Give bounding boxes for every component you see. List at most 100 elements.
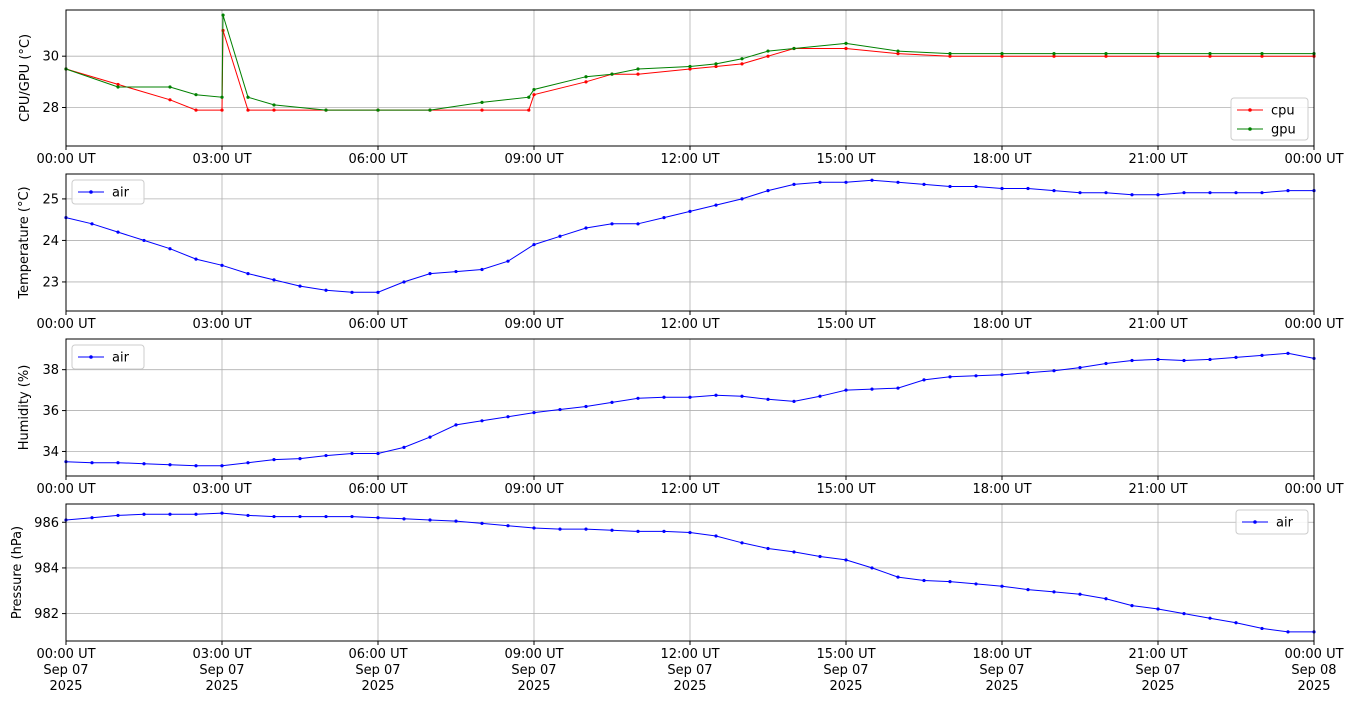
data-point-air (1156, 607, 1160, 611)
data-point-air (454, 423, 458, 427)
data-point-gpu (1000, 52, 1004, 56)
data-point-gpu (272, 103, 276, 107)
data-point-air (1260, 191, 1264, 195)
data-point-air (220, 263, 224, 267)
data-point-gpu (1260, 52, 1264, 56)
data-point-air (1078, 191, 1082, 195)
legend-label-gpu: gpu (1271, 123, 1296, 138)
data-point-air (90, 461, 94, 465)
x-tick-label: 15:00 UT Sep 07 2025 (816, 647, 875, 694)
data-point-air (610, 528, 614, 532)
data-point-gpu (221, 13, 225, 17)
data-point-air (1156, 357, 1160, 362)
data-point-air (1234, 621, 1238, 625)
y-tick-label: 36 (42, 404, 59, 419)
data-point-air (220, 464, 224, 468)
x-tick-label: 09:00 UT Sep 07 2025 (504, 647, 563, 694)
data-point-cpu (636, 72, 640, 76)
data-point-air (402, 517, 406, 521)
data-point-gpu (376, 108, 380, 112)
data-point-air (1078, 592, 1082, 596)
data-point-air (246, 461, 250, 465)
x-tick-label: 15:00 UT (816, 317, 875, 332)
x-tick-label: 15:00 UT (816, 152, 875, 167)
data-point-gpu (1208, 52, 1212, 56)
data-point-air (922, 182, 926, 186)
data-point-air (1026, 371, 1030, 375)
x-tick-label: 15:00 UT (816, 482, 875, 497)
data-point-air (1104, 597, 1108, 601)
data-point-cpu (844, 46, 848, 51)
x-tick-label: 09:00 UT (504, 152, 563, 167)
x-tick-label: 21:00 UT (1128, 482, 1187, 497)
data-point-air (818, 394, 822, 398)
data-point-cpu (272, 108, 276, 112)
data-point-air (194, 512, 198, 516)
data-point-air (766, 189, 770, 193)
data-point-air (1182, 612, 1186, 616)
legend-marker-gpu (1248, 127, 1252, 131)
data-point-gpu (766, 49, 770, 53)
data-point-air (272, 278, 276, 282)
data-point-air (948, 184, 952, 189)
data-point-cpu (168, 98, 172, 102)
data-point-air (246, 272, 250, 276)
data-point-air (220, 511, 224, 515)
data-point-air (974, 582, 978, 586)
x-tick-label: 12:00 UT (660, 152, 719, 167)
chart-panel-4: 982 984 986 00:00 UT Sep 07 2025 03:00 UT Sep 0… (10, 503, 1344, 694)
x-tick-label: 18:00 UT Sep 07 2025 (972, 647, 1031, 694)
data-point-air (974, 184, 978, 189)
data-point-air (688, 395, 692, 399)
x-tick-label: 12:00 UT Sep 07 2025 (660, 647, 719, 694)
data-point-air (766, 397, 770, 401)
data-point-air (948, 375, 952, 379)
data-point-air (740, 394, 744, 398)
data-point-gpu (428, 108, 432, 112)
data-point-air (636, 529, 640, 534)
data-point-air (714, 393, 718, 397)
data-point-air (558, 407, 562, 412)
data-point-air (1130, 604, 1134, 608)
data-point-air (792, 399, 796, 403)
data-point-air (740, 541, 744, 545)
x-tick-label: 06:00 UT (348, 317, 407, 332)
x-tick-label: 21:00 UT (1128, 152, 1187, 167)
data-point-gpu (740, 57, 744, 61)
data-point-gpu (1156, 52, 1160, 56)
data-point-air (1286, 351, 1290, 355)
data-point-gpu (116, 85, 120, 89)
data-point-air (766, 546, 770, 551)
data-point-cpu (194, 108, 198, 112)
data-point-gpu (194, 93, 198, 97)
data-point-air (142, 238, 146, 243)
data-point-air (818, 180, 822, 184)
data-point-cpu (740, 62, 744, 66)
data-point-cpu (527, 108, 531, 112)
data-point-air (298, 284, 302, 288)
data-point-gpu (527, 95, 531, 99)
data-point-air (1104, 191, 1108, 195)
legend-marker-air (1253, 520, 1257, 524)
x-tick-label: 00:00 UT (36, 482, 95, 497)
data-point-gpu (220, 95, 224, 99)
data-point-air (402, 280, 406, 284)
data-point-cpu (584, 80, 588, 84)
legend-marker-cpu (1248, 108, 1252, 112)
data-point-air (168, 247, 172, 251)
data-point-gpu (844, 41, 848, 45)
data-point-air (1052, 369, 1056, 373)
data-point-air (1000, 186, 1004, 191)
legend-box (1230, 97, 1309, 141)
data-point-air (324, 453, 328, 458)
data-point-air (376, 516, 380, 520)
x-tick-label: 06:00 UT (348, 152, 407, 167)
y-tick-label: 34 (42, 445, 59, 460)
data-point-air (1026, 186, 1030, 191)
x-tick-label: 18:00 UT (972, 152, 1031, 167)
data-point-air (1208, 616, 1212, 620)
data-point-air (1182, 358, 1186, 363)
data-point-air (688, 530, 692, 535)
data-point-air (636, 396, 640, 400)
data-point-air (974, 374, 978, 378)
